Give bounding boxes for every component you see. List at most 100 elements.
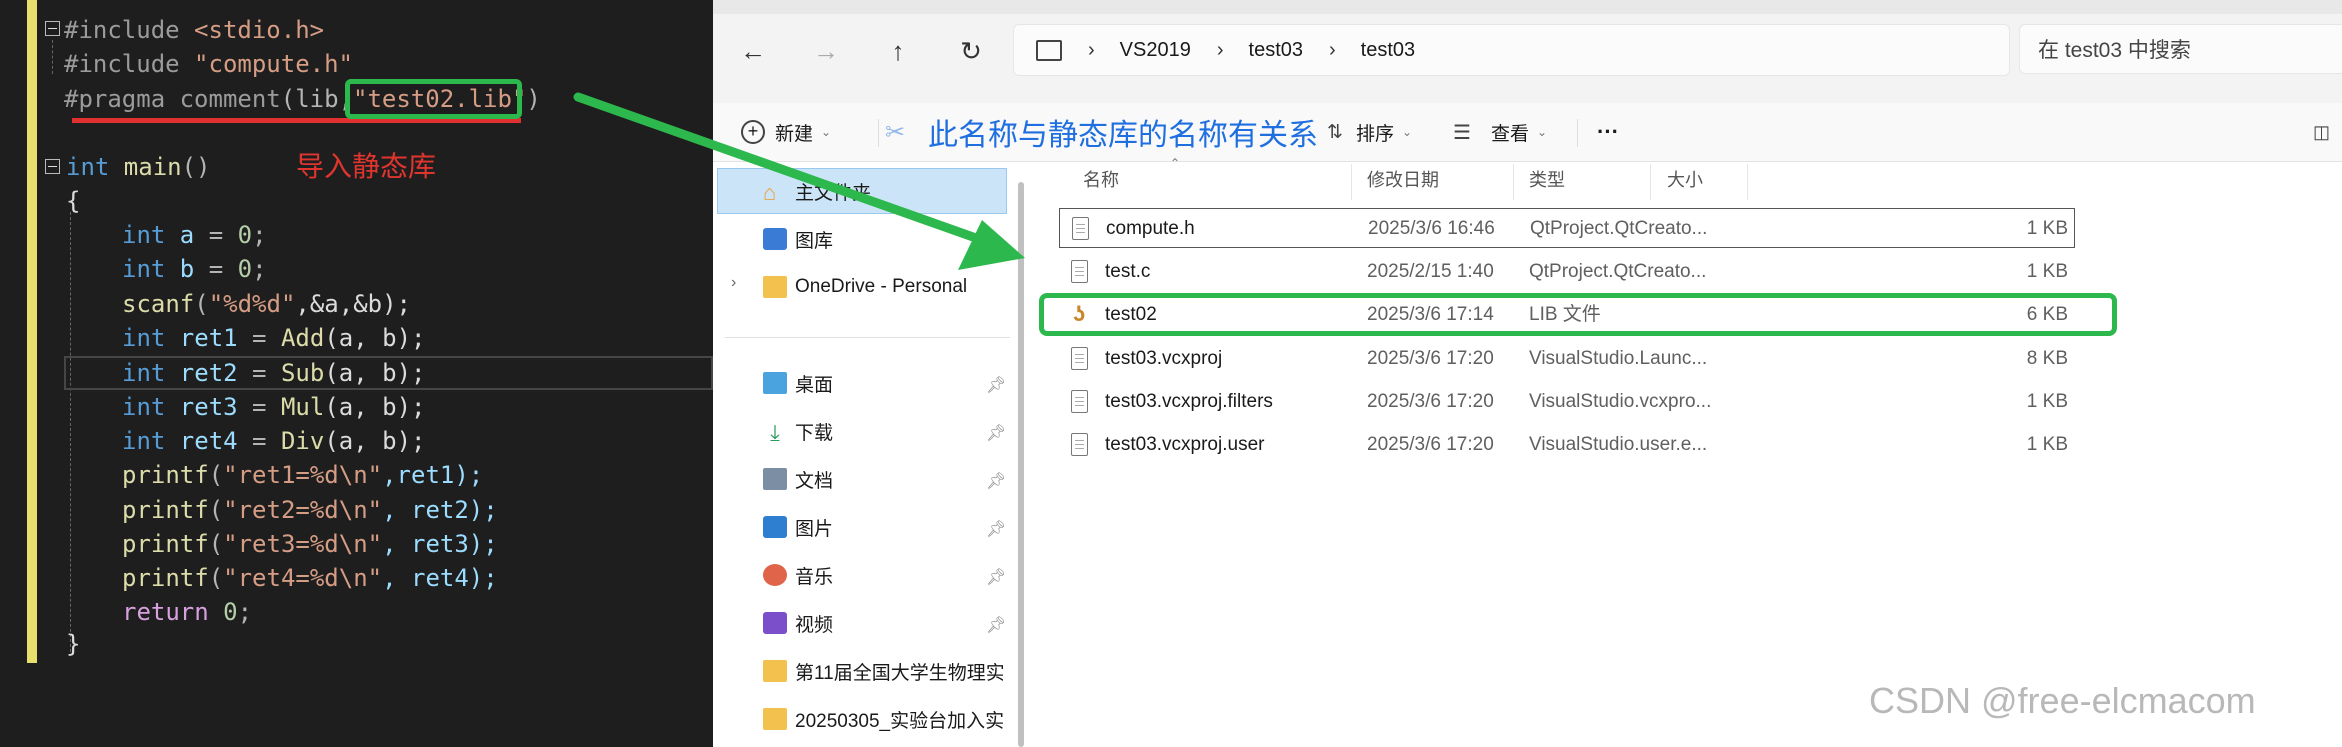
pin-icon[interactable]: 📌︎ [986, 567, 1006, 587]
desktop-icon [763, 372, 787, 394]
semicolon-token: ; [252, 255, 267, 283]
new-button-label: 新建 [775, 123, 814, 145]
breadcrumb-item[interactable]: test03 [1361, 39, 1415, 62]
pin-icon[interactable]: 📌︎ [986, 471, 1006, 491]
nav-item-desktop[interactable]: 桌面 [763, 365, 833, 401]
paren-token: ( [208, 564, 224, 592]
code-line-18[interactable]: return 0; [122, 595, 252, 629]
scrollbar-thumb[interactable] [1018, 182, 1024, 747]
code-line-9[interactable]: scanf("%d%d",&a,&b); [122, 287, 411, 321]
nav-item-home[interactable]: ⌂ 主文件夹 [763, 173, 871, 209]
back-arrow-icon[interactable]: ← [733, 30, 773, 72]
sort-indicator-icon: ⌃ [1170, 156, 1181, 170]
paren-token: () [181, 153, 211, 181]
variable-token: ret3 [165, 393, 238, 421]
file-size: 1 KB [2026, 261, 2068, 282]
forward-arrow-icon[interactable]: → [806, 30, 846, 72]
file-size: 8 KB [2026, 348, 2068, 369]
column-header-type[interactable]: 类型 [1529, 162, 1565, 198]
code-line-12[interactable]: int ret3 = Mul(a, b); [122, 390, 425, 424]
lib-name-highlight-box [345, 79, 522, 119]
details-pane-icon[interactable]: ◫ [2313, 103, 2330, 161]
code-line-17[interactable]: printf("ret4=%d\n", ret4); [122, 561, 498, 595]
code-line-19[interactable]: } [66, 627, 80, 661]
column-separator[interactable] [1650, 164, 1651, 200]
column-separator[interactable] [1513, 164, 1514, 200]
cut-icon[interactable]: ✂ [885, 103, 905, 161]
chevron-right-icon[interactable]: › [731, 274, 736, 292]
more-options-button[interactable]: ··· [1597, 103, 1619, 161]
code-line-8[interactable]: int b = 0; [122, 252, 267, 286]
args-token: (a, b); [324, 359, 426, 387]
breadcrumb-item[interactable]: test03 [1249, 39, 1303, 62]
pin-icon[interactable]: 📌︎ [986, 519, 1006, 539]
view-icon[interactable]: ☰ [1453, 103, 1471, 161]
string-token: "ret3=%d\n" [223, 530, 383, 558]
sort-icon[interactable]: ⇅ [1327, 103, 1343, 161]
code-line-2[interactable]: #include "compute.h" [64, 47, 353, 81]
string-token: "%d%d" [208, 290, 296, 318]
string-token: "ret4=%d\n" [223, 564, 383, 592]
operator-token: = [237, 324, 281, 352]
refresh-icon[interactable]: ↻ [951, 30, 991, 72]
code-editor[interactable]: #include <stdio.h> #include "compute.h" … [0, 0, 713, 747]
code-line-10[interactable]: int ret1 = Add(a, b); [122, 321, 425, 355]
string-token: "ret1=%d\n" [223, 461, 383, 489]
file-row[interactable]: test03.vcxproj.user 2025/3/6 17:20 Visua… [1059, 425, 2074, 465]
file-icon [1071, 390, 1088, 413]
code-line-6[interactable]: { [66, 184, 80, 218]
function-token: printf [122, 496, 209, 524]
pin-icon[interactable]: 📌︎ [986, 375, 1006, 395]
keyword-token: int [122, 427, 166, 455]
nav-item-gallery[interactable]: 图库 [763, 221, 833, 257]
chevron-down-icon: ⌄ [821, 125, 832, 139]
breadcrumb-item[interactable]: VS2019 [1120, 39, 1191, 62]
column-separator[interactable] [1747, 164, 1748, 200]
breadcrumb[interactable]: › VS2019 › test03 › test03 [1013, 24, 2010, 76]
nav-item-onedrive[interactable]: OneDrive - Personal [763, 269, 967, 305]
toolbar-divider [878, 119, 879, 147]
nav-label: 视频 [795, 614, 834, 636]
code-line-1[interactable]: #include <stdio.h> [64, 13, 324, 47]
nav-item-pictures[interactable]: 图片 [763, 509, 833, 545]
column-header-size[interactable]: 大小 [1667, 162, 1703, 198]
fold-toggle-includes[interactable] [45, 21, 60, 36]
pin-icon[interactable]: 📌︎ [986, 615, 1006, 635]
code-line-13[interactable]: int ret4 = Div(a, b); [122, 424, 425, 458]
nav-label: 图片 [795, 518, 834, 540]
code-line-14[interactable]: printf("ret1=%d\n",ret1); [122, 458, 483, 492]
args-token: ,ret1); [382, 461, 484, 489]
code-line-16[interactable]: printf("ret3=%d\n", ret3); [122, 527, 498, 561]
nav-item-folder[interactable]: 20250305_实验台加入实验 [763, 701, 1003, 737]
up-arrow-icon[interactable]: ↑ [878, 30, 918, 72]
new-button[interactable]: + 新建 ⌄ [741, 103, 831, 161]
file-row[interactable]: test.c 2025/2/15 1:40 QtProject.QtCreato… [1059, 252, 2074, 292]
nav-scrollbar[interactable] [1016, 162, 1026, 747]
code-line-11[interactable]: int ret2 = Sub(a, b); [122, 356, 425, 390]
function-token: Div [280, 427, 325, 455]
nav-item-folder[interactable]: 第11届全国大学生物理实验 [763, 653, 1003, 689]
nav-item-videos[interactable]: 视频 [763, 605, 833, 641]
file-row[interactable]: compute.h 2025/3/6 16:46 QtProject.QtCre… [1059, 208, 2075, 248]
nav-item-music[interactable]: 音乐 [763, 557, 833, 593]
column-separator[interactable] [1351, 164, 1352, 200]
args-token: ,&a,&b); [295, 290, 411, 318]
code-line-7[interactable]: int a = 0; [122, 218, 267, 252]
pin-icon[interactable]: 📌︎ [986, 423, 1006, 443]
file-row[interactable]: test03.vcxproj.filters 2025/3/6 17:20 Vi… [1059, 382, 2074, 422]
column-header-name[interactable]: 名称 [1083, 162, 1119, 198]
code-line-15[interactable]: printf("ret2=%d\n", ret2); [122, 493, 498, 527]
code-line-5[interactable]: int main() [66, 150, 211, 184]
file-modified: 2025/3/6 17:20 [1367, 391, 1494, 412]
file-type: VisualStudio.Launc... [1529, 348, 1708, 369]
file-modified: 2025/3/6 17:20 [1367, 434, 1494, 455]
fold-toggle-main[interactable] [45, 159, 60, 174]
column-header-modified[interactable]: 修改日期 [1367, 162, 1439, 198]
file-row[interactable]: test03.vcxproj 2025/3/6 17:20 VisualStud… [1059, 339, 2074, 379]
indent-guide [70, 212, 71, 652]
view-button[interactable]: 查看 ⌄ [1491, 103, 1547, 161]
nav-item-documents[interactable]: 文档 [763, 461, 833, 497]
sort-button[interactable]: 排序 ⌄ [1356, 103, 1412, 161]
search-input[interactable]: 在 test03 中搜索 [2019, 24, 2342, 74]
nav-item-downloads[interactable]: ⤓ 下载 [763, 413, 833, 449]
